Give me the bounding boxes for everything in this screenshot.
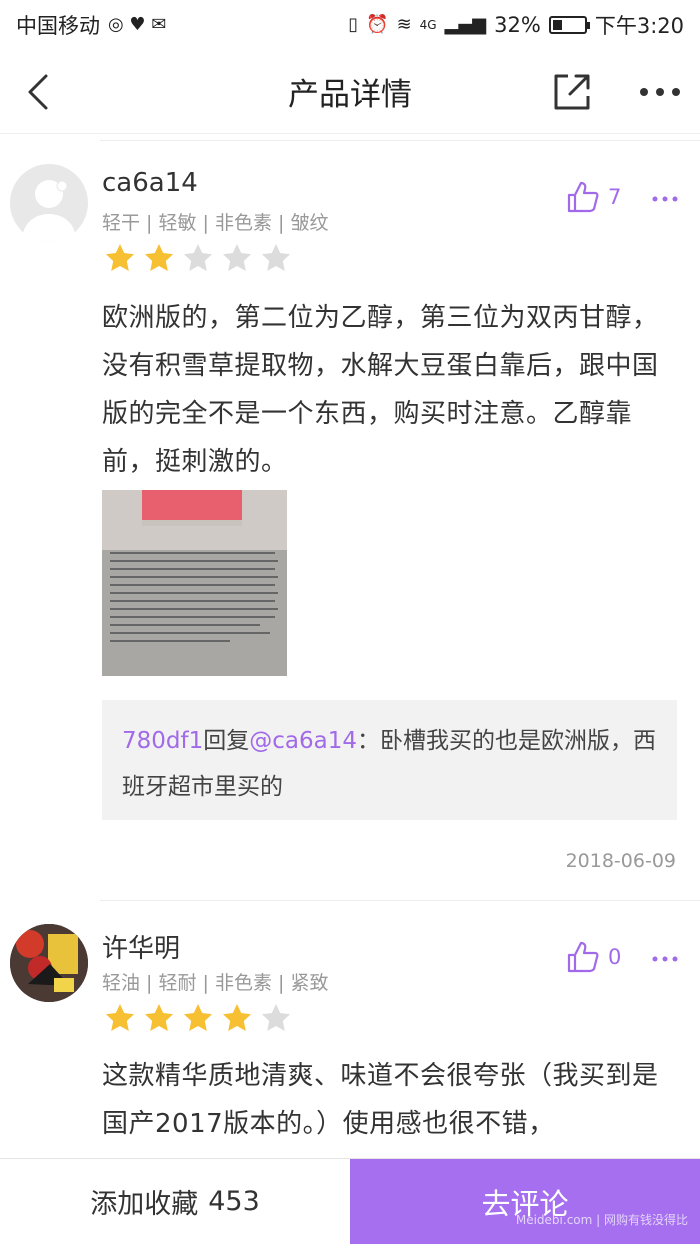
more-icon[interactable]	[636, 70, 684, 114]
carrier-label: 中国移动	[16, 14, 100, 38]
app-notification-icon: ◎ ♥ ✉	[108, 14, 167, 35]
review-username[interactable]: 许华明	[102, 928, 180, 965]
network-type: 4G	[419, 18, 437, 32]
bottom-bar: 添加收藏 453 去评论 Meidebi.com | 网购有钱没得比	[0, 1158, 700, 1244]
star-empty-icon	[262, 1004, 290, 1031]
signal-icon: ▂▄▆	[444, 14, 487, 35]
review-photo[interactable]	[102, 490, 287, 676]
wifi-icon: ≋	[396, 14, 412, 35]
nav-bar: 产品详情	[0, 50, 700, 134]
alarm-icon: ⏰	[366, 14, 389, 35]
like-count: 0	[608, 945, 622, 969]
favorite-count: 453	[208, 1186, 260, 1217]
star-filled-icon	[106, 244, 134, 271]
reply-target[interactable]: @ca6a14	[249, 728, 357, 754]
battery-percent: 32%	[494, 13, 541, 37]
reply-username[interactable]: 780df1	[122, 728, 203, 754]
review-skin-tags: 轻油 | 轻耐 | 非色素 | 紧致	[102, 972, 329, 994]
reply-box[interactable]: 780df1回复@ca6a14：卧槽我买的也是欧洲版，西班牙超市里买的	[102, 700, 677, 820]
user-avatar-image	[10, 924, 88, 1002]
like-count: 7	[608, 185, 622, 209]
star-filled-icon	[184, 1004, 212, 1031]
add-favorite-button[interactable]: 添加收藏 453	[0, 1159, 350, 1244]
review-more-icon[interactable]	[652, 954, 678, 964]
star-filled-icon	[145, 1004, 173, 1031]
rating-stars	[104, 1002, 292, 1034]
star-empty-icon	[223, 244, 251, 271]
review-username[interactable]: ca6a14	[102, 168, 198, 198]
status-bar: 中国移动 ◎ ♥ ✉ ▯ ⏰ ≋ 4G ▂▄▆ 32% 下午3:20	[0, 0, 700, 50]
review-date: 2018-06-09	[565, 850, 676, 872]
back-arrow-icon[interactable]	[20, 68, 60, 116]
vibrate-icon: ▯	[348, 14, 359, 35]
star-empty-icon	[262, 244, 290, 271]
write-comment-button[interactable]: 去评论 Meidebi.com | 网购有钱没得比	[350, 1159, 700, 1244]
favorite-label: 添加收藏	[90, 1189, 199, 1220]
avatar[interactable]	[10, 924, 88, 1002]
share-icon[interactable]	[548, 68, 596, 116]
review-content: 欧洲版的，第二位为乙醇，第三位为双丙甘醇，没有积雪草提取物，水解大豆蛋白靠后，跟…	[102, 303, 659, 477]
ingredient-label-image	[102, 490, 287, 676]
divider	[100, 140, 700, 141]
thumbs-up-icon	[567, 941, 599, 973]
like-button[interactable]: 0	[566, 940, 621, 974]
thumbs-up-icon	[567, 181, 599, 213]
review-content: 这款精华质地清爽、味道不会很夸张（我买到是国产2017版本的。）使用感也很不错，	[102, 1061, 659, 1139]
page-title: 产品详情	[288, 77, 412, 113]
battery-icon	[548, 16, 590, 34]
like-button[interactable]: 7	[566, 180, 621, 214]
avatar[interactable]	[10, 164, 88, 242]
star-empty-icon	[184, 244, 212, 271]
divider	[100, 900, 700, 901]
star-filled-icon	[106, 1004, 134, 1031]
watermark: Meidebi.com | 网购有钱没得比	[515, 1213, 688, 1227]
star-filled-icon	[145, 244, 173, 271]
rating-stars	[104, 242, 292, 274]
review-skin-tags: 轻干 | 轻敏 | 非色素 | 皱纹	[102, 212, 329, 234]
clock: 下午3:20	[594, 14, 684, 38]
star-filled-icon	[223, 1004, 251, 1031]
reply-verb: 回复	[203, 728, 250, 754]
default-avatar-icon	[23, 180, 75, 242]
review-more-icon[interactable]	[652, 194, 678, 204]
